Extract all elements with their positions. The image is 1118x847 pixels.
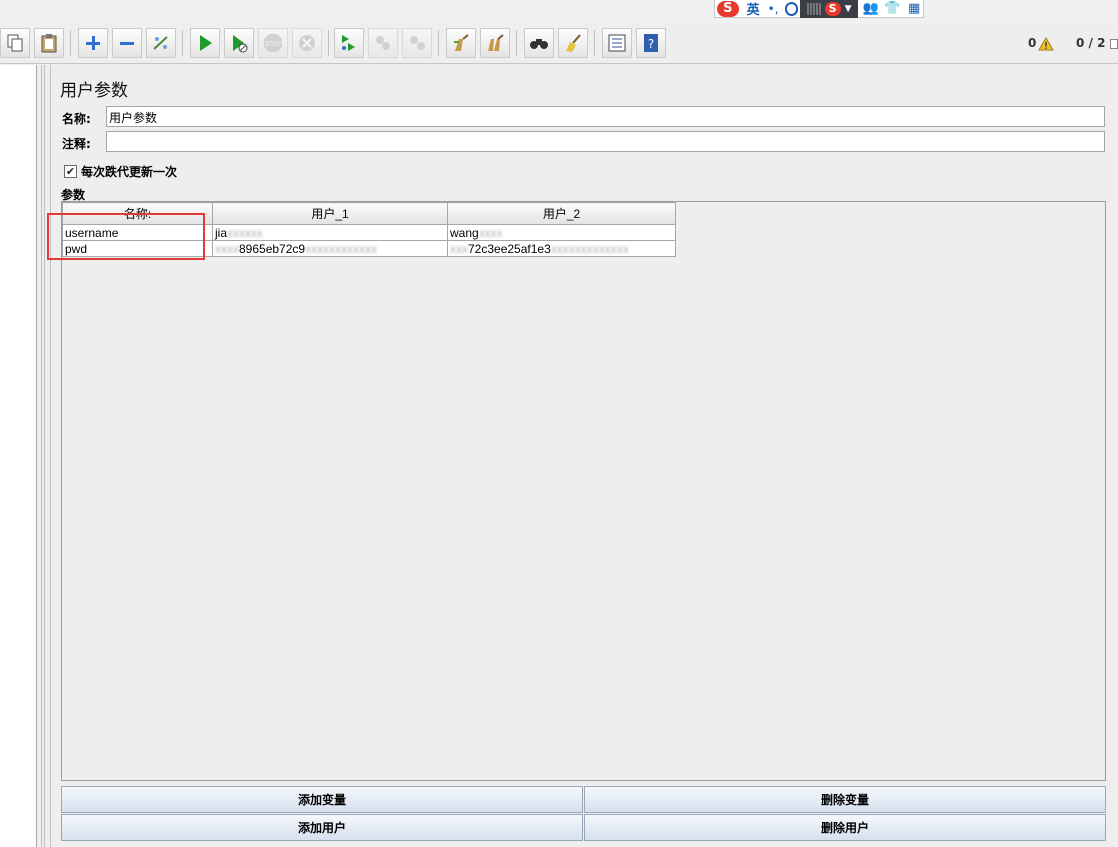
table-row[interactable]: username jiaxxxxxx wangxxxx [62, 224, 676, 241]
column-header-user-1[interactable]: 用户_1 [212, 202, 448, 225]
remote-shutdown-button[interactable] [402, 28, 432, 58]
running-indicator-icon [1110, 39, 1118, 49]
add-variable-button[interactable]: 添加变量 [61, 786, 583, 813]
expand-button[interactable] [78, 28, 108, 58]
ime-mode-label[interactable]: 英 [747, 0, 760, 18]
play-no-timer-icon [233, 35, 248, 53]
sogou-small-icon: S [824, 1, 841, 16]
broom-icon [454, 34, 469, 51]
toggle-button[interactable] [146, 28, 176, 58]
params-table-container[interactable]: 名称: 用户_1 用户_2 username jiaxxxxxx wangxxx… [61, 201, 1106, 781]
pane-splitter[interactable] [38, 65, 48, 847]
shirt-icon[interactable]: 👕 [883, 1, 901, 17]
update-once-option[interactable]: ✔ 每次跌代更新一次 [64, 163, 177, 180]
emoji-icon[interactable] [784, 1, 799, 16]
cell-variable-name[interactable]: username [62, 224, 213, 241]
cell-user-2-value[interactable]: wangxxxx [447, 224, 676, 241]
minus-icon [120, 42, 134, 45]
paste-button[interactable] [34, 28, 64, 58]
shutdown-icon [299, 35, 315, 51]
delete-variable-button[interactable]: 删除变量 [584, 786, 1106, 813]
reset-search-button[interactable] [558, 28, 588, 58]
remote-stop-icon [376, 36, 390, 50]
ime-toolbar[interactable]: S 英 •, S ▼ 👥 👕 ▦ [714, 0, 924, 18]
remote-shutdown-icon [410, 36, 425, 50]
cell-user-1-value[interactable]: xxxx8965eb72c9xxxxxxxxxxxx [212, 240, 448, 257]
ime-skin-area[interactable]: S ▼ [800, 0, 858, 18]
clear-all-button[interactable] [480, 28, 510, 58]
table-row[interactable]: pwd xxxx8965eb72c9xxxxxxxxxxxx xxx72c3ee… [62, 240, 676, 257]
name-label: 名称: [62, 112, 91, 126]
function-helper-button[interactable] [602, 28, 632, 58]
user-icon[interactable]: 👥 [862, 1, 880, 17]
broom-all-icon [488, 34, 504, 51]
dropdown-icon: ▼ [844, 3, 852, 14]
stop-icon: STOP [264, 34, 282, 52]
keyboard-icon [806, 2, 821, 15]
sogou-logo-icon[interactable]: S [715, 0, 741, 17]
title-strip: S 英 •, S ▼ 👥 👕 ▦ [0, 0, 1118, 24]
cell-user-2-value[interactable]: xxx72c3ee25af1e3xxxxxxxxxxxxx [447, 240, 676, 257]
plus-icon [86, 36, 100, 50]
remote-start-icon [342, 35, 355, 51]
update-once-label: 每次跌代更新一次 [81, 165, 178, 179]
search-button[interactable] [524, 28, 554, 58]
add-user-button[interactable]: 添加用户 [61, 814, 583, 841]
play-icon [200, 35, 212, 51]
user-parameters-panel: 用户参数 名称: 用户参数 注释: ✔ 每次跌代更新一次 参数 名称: 用户_1… [50, 65, 1118, 847]
stop-button[interactable]: STOP [258, 28, 288, 58]
warning-count: 0 [1028, 36, 1037, 50]
thread-count: 0 / 2 [1076, 36, 1106, 50]
shutdown-button[interactable] [292, 28, 322, 58]
clear-button[interactable] [446, 28, 476, 58]
svg-text:STOP: STOP [265, 41, 281, 48]
test-plan-tree[interactable] [0, 65, 37, 847]
copy-button[interactable] [0, 28, 30, 58]
broom-yellow-icon [566, 34, 581, 52]
start-no-pause-button[interactable] [224, 28, 254, 58]
main-toolbar: STOP ? 0 0 / 2 [0, 24, 1118, 64]
comment-label: 注释: [62, 137, 91, 151]
warning-icon[interactable] [1038, 37, 1054, 51]
toggle-wand-icon [153, 36, 168, 50]
table-header-row: 名称: 用户_1 用户_2 [62, 202, 676, 225]
collapse-button[interactable] [112, 28, 142, 58]
punctuation-icon[interactable]: •, [768, 2, 779, 16]
binoculars-icon [530, 39, 548, 49]
column-header-user-2[interactable]: 用户_2 [447, 202, 676, 225]
help-button[interactable]: ? [636, 28, 666, 58]
update-once-checkbox[interactable]: ✔ [64, 165, 77, 178]
name-field[interactable]: 用户参数 [106, 106, 1105, 127]
page-title: 用户参数 [60, 81, 128, 101]
copy-icon [7, 34, 23, 52]
start-button[interactable] [190, 28, 220, 58]
help-book-icon: ? [644, 34, 658, 52]
remote-start-button[interactable] [334, 28, 364, 58]
svg-text:?: ? [648, 37, 654, 51]
list-icon [608, 34, 626, 52]
delete-user-button[interactable]: 删除用户 [584, 814, 1106, 841]
cell-variable-name[interactable]: pwd [62, 240, 213, 257]
clipboard-icon [41, 34, 57, 53]
remote-stop-button[interactable] [368, 28, 398, 58]
column-header-name[interactable]: 名称: [62, 202, 213, 225]
cell-user-1-value[interactable]: jiaxxxxxx [212, 224, 448, 241]
comment-field[interactable] [106, 131, 1105, 152]
apps-grid-icon[interactable]: ▦ [905, 1, 923, 17]
params-table: 名称: 用户_1 用户_2 username jiaxxxxxx wangxxx… [62, 202, 676, 257]
